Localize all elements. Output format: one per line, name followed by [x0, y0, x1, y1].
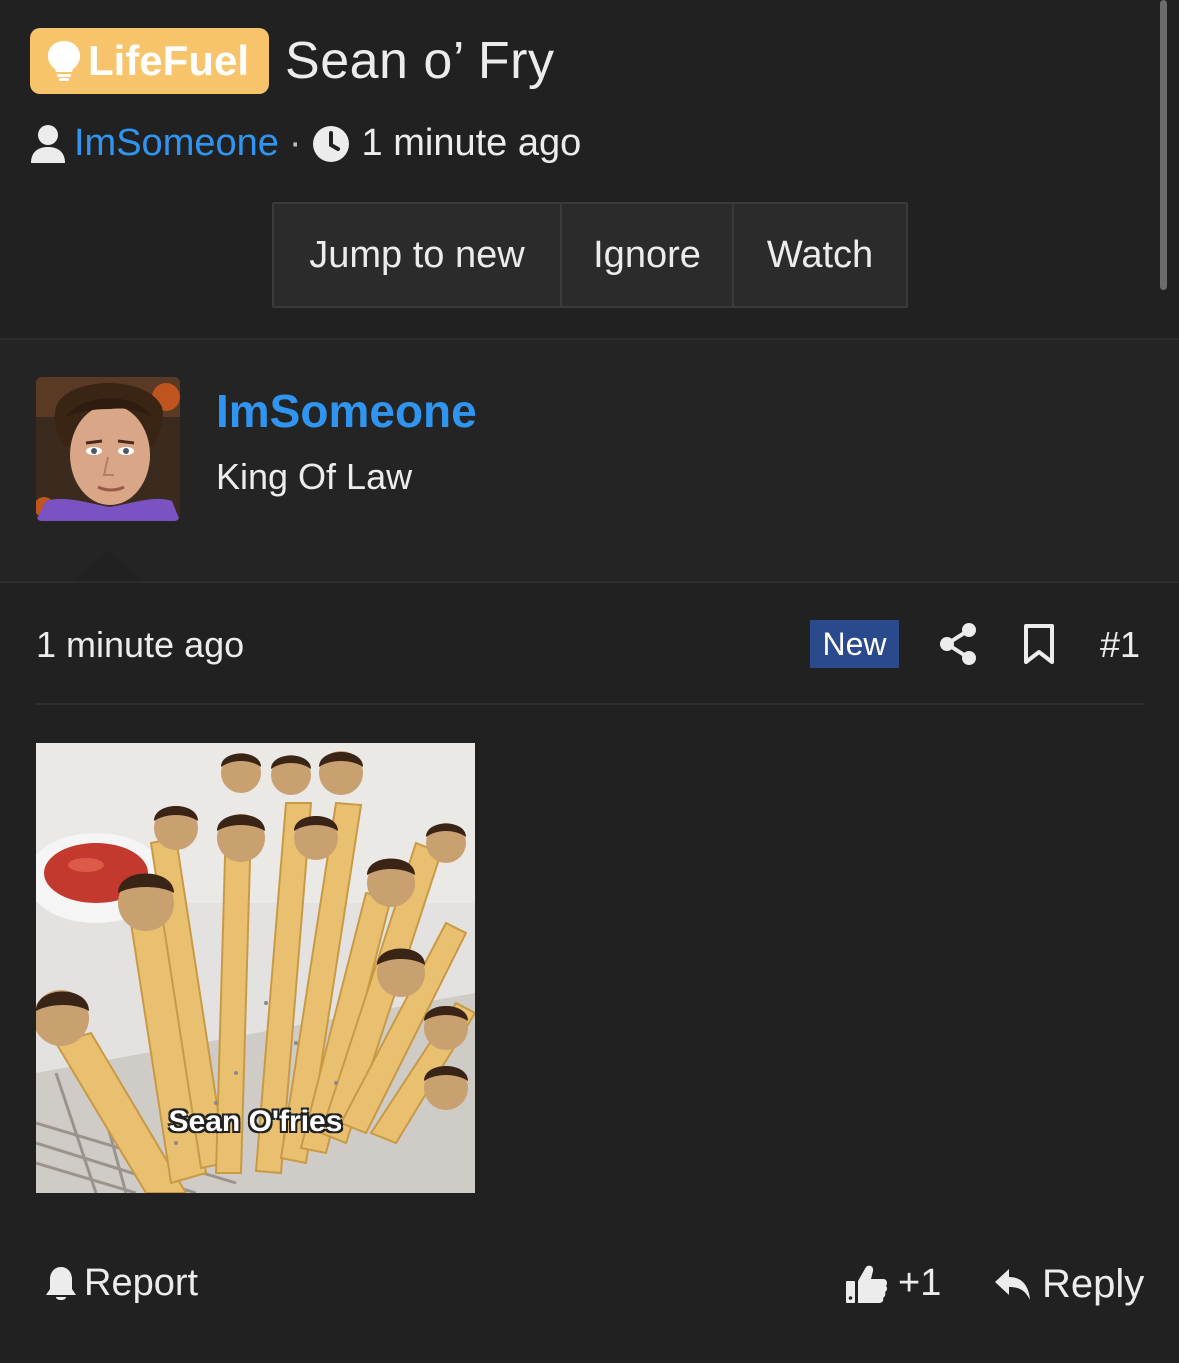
post-user-block: ImSomeone King Of Law: [0, 340, 1179, 582]
post-time[interactable]: 1 minute ago: [36, 624, 244, 666]
ignore-button[interactable]: Ignore: [562, 204, 734, 306]
user-block-divider: [0, 581, 1179, 583]
reply-label: Reply: [1042, 1262, 1145, 1306]
like-count: +1: [898, 1262, 942, 1304]
clock-icon: [312, 125, 350, 163]
thread-time[interactable]: 1 minute ago: [362, 122, 582, 165]
image-caption: Sean O'fries: [168, 1105, 343, 1138]
report-button[interactable]: Report: [44, 1262, 198, 1305]
user-icon: [30, 124, 66, 164]
meta-separator: ·: [288, 122, 302, 164]
thread-prefix-label: LifeFuel: [88, 37, 250, 84]
new-badge: New: [810, 620, 899, 668]
thumbs-up-icon: [846, 1265, 888, 1303]
thread-header: LifeFuel Sean o’ Fry ImSomeone · 1 minut…: [0, 0, 1179, 338]
thread-prefix-badge[interactable]: LifeFuel: [30, 28, 270, 94]
jump-to-new-button[interactable]: Jump to new: [274, 204, 562, 306]
reply-icon: [995, 1268, 1030, 1300]
share-icon[interactable]: [938, 622, 978, 666]
bookmark-icon[interactable]: [1022, 624, 1056, 664]
bell-icon: [46, 1266, 76, 1300]
thread-title: Sean o’ Fry: [285, 32, 555, 90]
post-number-link[interactable]: #1: [1100, 624, 1140, 666]
avatar[interactable]: [36, 377, 180, 521]
post-meta-divider: [36, 703, 1144, 705]
reply-button[interactable]: Reply: [994, 1262, 1144, 1307]
watch-button[interactable]: Watch: [734, 204, 906, 306]
like-button[interactable]: +1: [844, 1262, 941, 1305]
thread-meta: ImSomeone · 1 minute ago: [30, 122, 581, 165]
scrollbar-thumb[interactable]: [1160, 0, 1167, 290]
thread-page: LifeFuel Sean o’ Fry ImSomeone · 1 minut…: [0, 0, 1179, 1363]
user-title: King Of Law: [216, 456, 413, 497]
report-label: Report: [84, 1262, 199, 1304]
post-username[interactable]: ImSomeone: [216, 384, 477, 438]
thread-action-buttons: Jump to new Ignore Watch: [272, 202, 908, 308]
post-meta: 1 minute ago New #1: [36, 620, 1144, 670]
thread-author-link[interactable]: ImSomeone: [74, 122, 279, 165]
lightbulb-icon: [48, 41, 80, 81]
title-row: LifeFuel Sean o’ Fry: [30, 28, 554, 94]
post-attached-image[interactable]: Sean O'fries: [36, 743, 475, 1193]
user-block-arrow: [74, 550, 142, 582]
